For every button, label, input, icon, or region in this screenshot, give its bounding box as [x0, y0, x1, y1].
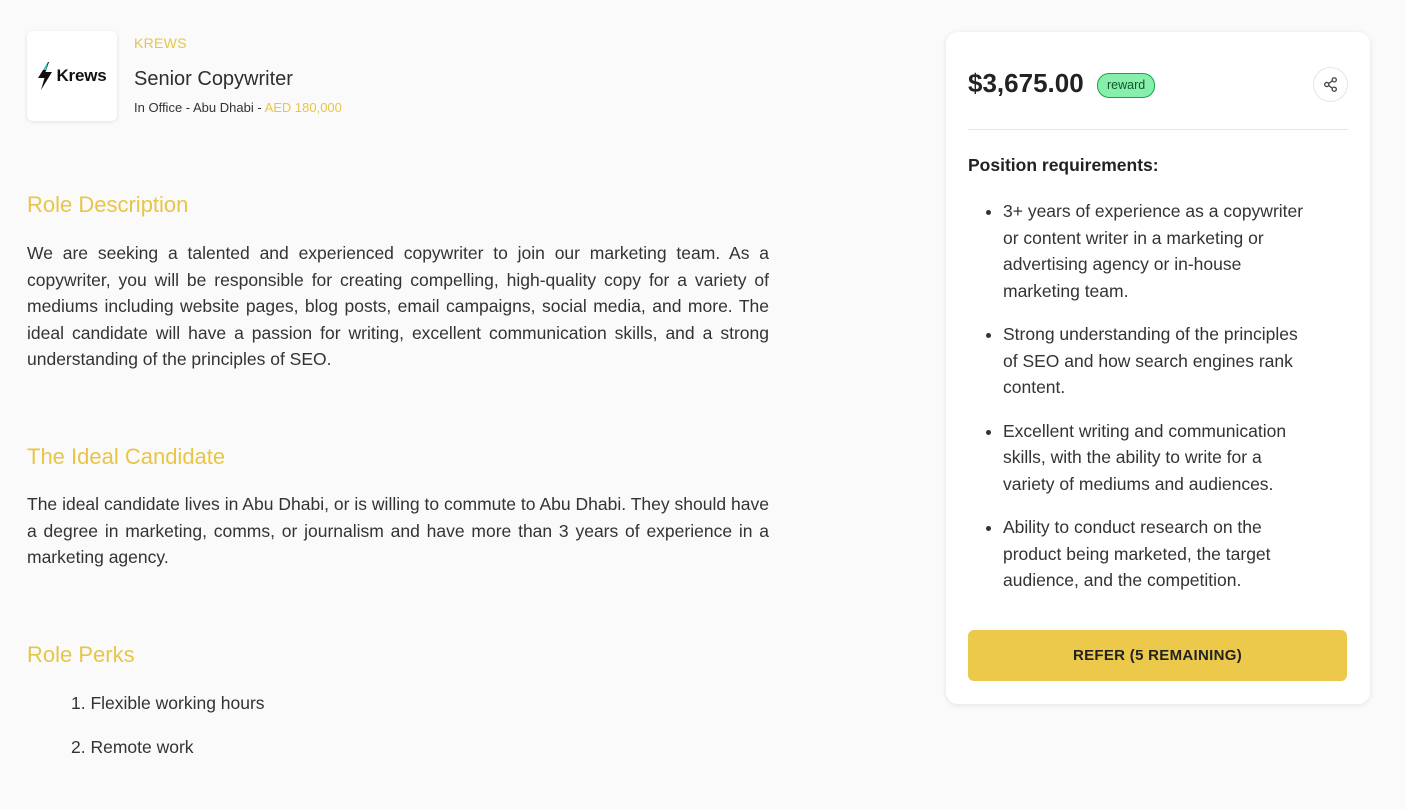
share-icon	[1324, 77, 1337, 92]
perk-item: 2. Remote work	[71, 737, 194, 757]
job-title: Senior Copywriter	[134, 68, 293, 90]
referral-card: $3,675.00 reward Position requirements: …	[946, 32, 1370, 704]
requirements-list: 3+ years of experience as a copywriter o…	[1003, 198, 1315, 611]
logo-text: Krews	[56, 66, 107, 85]
job-header: Krews KREWS Senior Copywriter In Office …	[27, 31, 342, 121]
requirement-item: Ability to conduct research on the produ…	[1003, 514, 1315, 594]
refer-button[interactable]: REFER (5 REMAINING)	[968, 630, 1347, 681]
perks-list: 1. Flexible working hours 2. Remote work	[71, 690, 265, 778]
share-button[interactable]	[1313, 67, 1348, 102]
lightning-bolt-icon	[38, 62, 53, 90]
requirement-item: Excellent writing and communication skil…	[1003, 418, 1315, 498]
role-description-body: We are seeking a talented and experience…	[27, 243, 769, 369]
role-perks-title: Role Perks	[27, 642, 135, 667]
company-logo: Krews	[27, 31, 117, 121]
reward-amount: $3,675.00	[968, 68, 1084, 98]
reward-badge: reward	[1097, 73, 1156, 98]
requirement-item: Strong understanding of the principles o…	[1003, 321, 1315, 401]
job-salary: AED 180,000	[264, 100, 342, 115]
requirements-title: Position requirements:	[968, 155, 1159, 175]
ideal-candidate-title: The Ideal Candidate	[27, 444, 226, 469]
perk-item: 1. Flexible working hours	[71, 693, 265, 713]
card-divider	[968, 129, 1348, 130]
job-meta: In Office - Abu Dhabi - AED 180,000	[134, 100, 342, 115]
role-description-title: Role Description	[27, 192, 189, 217]
company-name: KREWS	[134, 35, 187, 51]
requirement-item: 3+ years of experience as a copywriter o…	[1003, 198, 1315, 304]
ideal-candidate-body: The ideal candidate lives in Abu Dhabi, …	[27, 494, 769, 567]
job-header-text: KREWS Senior Copywriter In Office - Abu …	[134, 31, 342, 115]
job-location: In Office - Abu Dhabi -	[134, 100, 265, 115]
